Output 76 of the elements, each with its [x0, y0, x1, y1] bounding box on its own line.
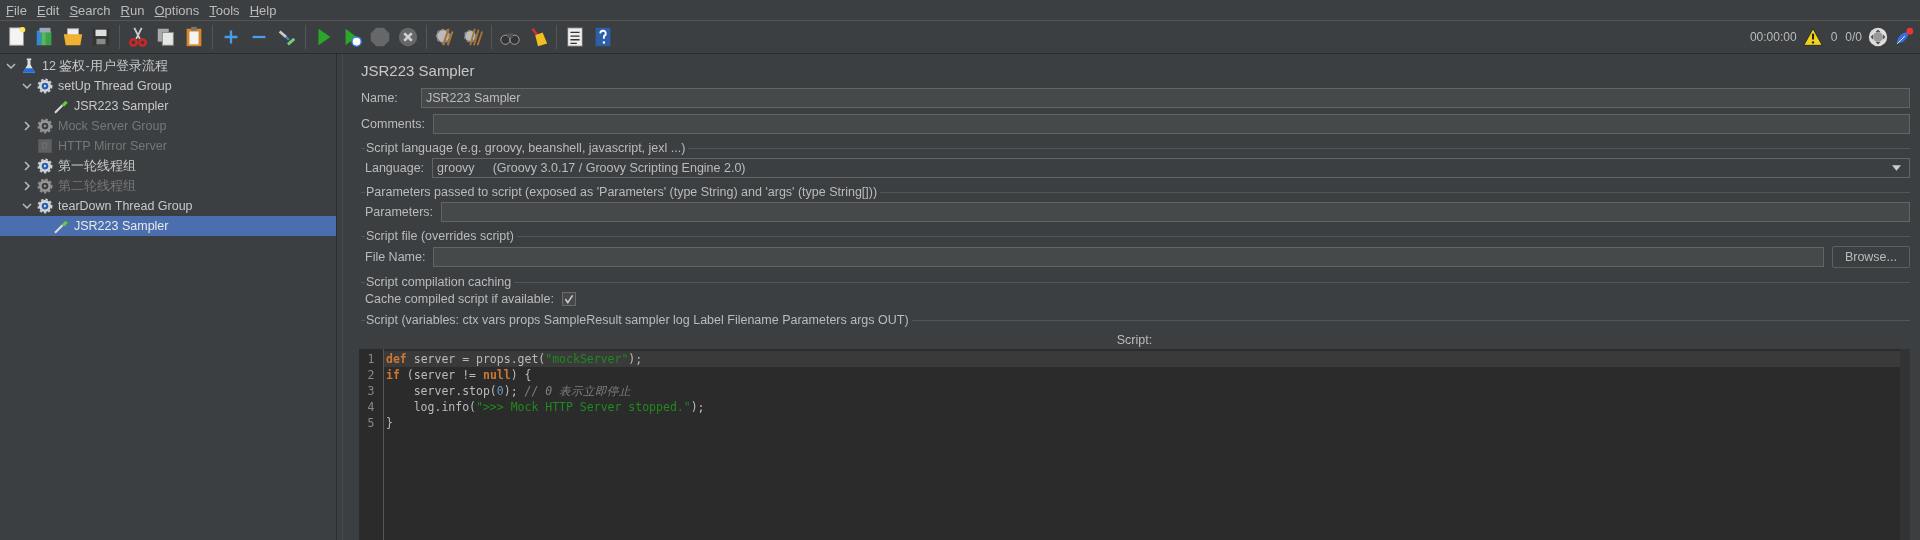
tree-label: setUp Thread Group [58, 79, 172, 93]
language-dropdown[interactable]: groovy (Groovy 3.0.17 / Groovy Scripting Engine 2.0) [432, 158, 1910, 178]
folder-icon[interactable] [62, 26, 84, 48]
caret-icon [1892, 165, 1901, 171]
code-line: if (server != null) { [385, 367, 533, 383]
tree-row[interactable]: setUp Thread Group [0, 76, 336, 96]
warning-icon[interactable] [1802, 27, 1823, 47]
chevron-icon[interactable] [22, 201, 32, 211]
field-label: Comments: [361, 117, 425, 131]
flask-icon [20, 57, 38, 75]
tree-label: tearDown Thread Group [58, 199, 193, 213]
file-name-field[interactable] [433, 247, 1824, 267]
gear-icon [36, 157, 54, 175]
thread-count: 0/0 [1845, 30, 1862, 44]
tree-label: 第一轮线程组 [58, 157, 136, 175]
gear-broom-icon[interactable] [434, 26, 456, 48]
menu-item[interactable]: Run [118, 2, 153, 18]
checkbox[interactable] [562, 292, 576, 306]
server-box-icon [36, 137, 54, 155]
gear-broom-icon[interactable] [462, 26, 484, 48]
script-label: Script: [1115, 332, 1154, 349]
section-title: Script language (e.g. groovy, beanshell, javascript, jexl ...) [365, 141, 686, 155]
menu-item[interactable]: File [4, 2, 35, 18]
gear-icon [36, 197, 54, 215]
document-icon[interactable] [6, 26, 28, 48]
name-field[interactable]: JSR223 Sampler [421, 88, 1910, 108]
copy-icon[interactable] [155, 26, 177, 48]
elapsed-time: 00:00:00 [1749, 30, 1797, 44]
tree-label: HTTP Mirror Server [58, 139, 167, 153]
line-number: 1 [366, 351, 376, 367]
section-title: Script file (overrides script) [365, 229, 514, 243]
field-label: Language: [365, 161, 425, 175]
menu-item[interactable]: Search [67, 2, 119, 18]
field-label: Name: [361, 91, 399, 105]
menu-item[interactable]: Edit [34, 2, 68, 18]
comments-field[interactable] [432, 114, 1910, 134]
chevron-icon[interactable] [22, 81, 32, 91]
line-number: 2 [366, 367, 376, 383]
tree-label: 12 鉴权-用户登录流程 [42, 57, 168, 75]
gear-icon [36, 117, 54, 135]
tree-row[interactable]: JSR223 Sampler [0, 216, 336, 236]
code-line: } [385, 415, 394, 431]
line-number: 4 [366, 399, 376, 415]
line-number: 5 [366, 415, 376, 431]
tree-label: JSR223 Sampler [74, 99, 169, 113]
code-line: server.stop(0); // 0 表示立即停止 [412, 383, 633, 399]
scissors-icon[interactable] [127, 26, 149, 48]
checkbox-label: Cache compiled script if available: [365, 292, 554, 306]
tree-row[interactable]: 第一轮线程组 [0, 156, 336, 176]
tree-row[interactable]: 12 鉴权-用户登录流程 [0, 56, 336, 76]
list-icon[interactable] [564, 26, 586, 48]
menu-item[interactable]: Tools [207, 2, 248, 18]
browse-button[interactable]: Browse... [1831, 246, 1910, 268]
field-label: Parameters: [365, 205, 434, 219]
code-line: log.info(">>> Mock HTTP Server stopped."); [412, 399, 706, 415]
section-title: Script compilation caching [365, 275, 512, 289]
warning-count: 0 [1830, 30, 1838, 44]
remote-icon[interactable] [1868, 27, 1888, 47]
tree-row[interactable]: JSR223 Sampler [0, 96, 336, 116]
gear-icon [36, 177, 54, 195]
menu-item[interactable]: Options [152, 2, 208, 18]
parameters-field[interactable] [441, 202, 1910, 222]
chevron-icon[interactable] [22, 161, 32, 171]
tree-row[interactable]: tearDown Thread Group [0, 196, 336, 216]
section-title: Parameters passed to script (exposed as 'Parameters' (type String) and 'args' (type String[])) [365, 185, 878, 199]
chevron-icon[interactable] [6, 61, 16, 71]
panel-title: JSR223 Sampler [360, 61, 476, 81]
code-editor[interactable]: 1 2 3 4 5 def server = props.get("mockServer"); if (server != null) { server.stop(0); // 0 表示立即停止 log.info(">>> Mock HTTP Server stopped."); } [359, 349, 1910, 540]
menu-item[interactable]: Help [247, 2, 285, 18]
tree-label: Mock Server Group [58, 119, 167, 133]
feather-icon[interactable] [1894, 27, 1914, 47]
line-number: 3 [366, 383, 376, 399]
field-label: File Name: [365, 250, 426, 264]
gear-icon [36, 77, 54, 95]
tree-label: JSR223 Sampler [74, 219, 169, 233]
section-title: Script (variables: ctx vars props SampleResult sampler log Label Filename Parameters args OUT) [365, 313, 909, 327]
